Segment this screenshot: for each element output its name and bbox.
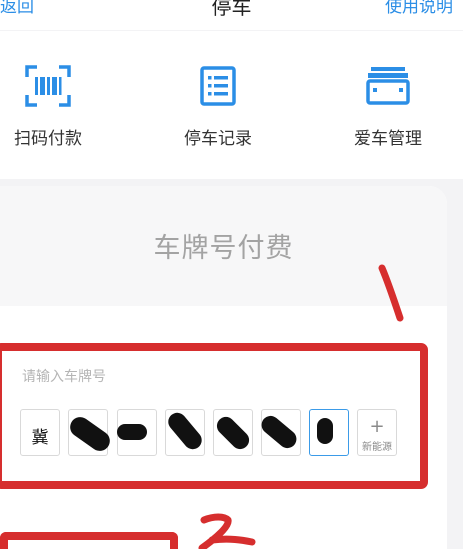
scan-pay-button[interactable]: 扫码付款 — [0, 31, 118, 179]
scan-pay-label: 扫码付款 — [14, 129, 82, 149]
help-link[interactable]: 使用说明 — [385, 0, 453, 17]
annotation-box-1 — [0, 343, 428, 489]
barcode-scan-icon — [25, 65, 71, 107]
record-list-icon — [200, 66, 236, 106]
annotation-box-2 — [0, 532, 178, 549]
nav-bar: 返回 停车 使用说明 — [0, 0, 463, 30]
quick-actions: 扫码付款 停车记录 爱车管理 — [0, 31, 463, 179]
car-manage-label: 爱车管理 — [354, 129, 422, 149]
car-manage-icon — [366, 67, 410, 105]
panel-title: 车牌号付费 — [153, 233, 294, 264]
parking-record-button[interactable]: 停车记录 — [148, 31, 288, 179]
annotation-mark-1 — [378, 264, 404, 322]
parking-record-label: 停车记录 — [184, 129, 252, 149]
car-manage-button[interactable]: 爱车管理 — [318, 31, 458, 179]
annotation-mark-2 — [198, 513, 256, 549]
